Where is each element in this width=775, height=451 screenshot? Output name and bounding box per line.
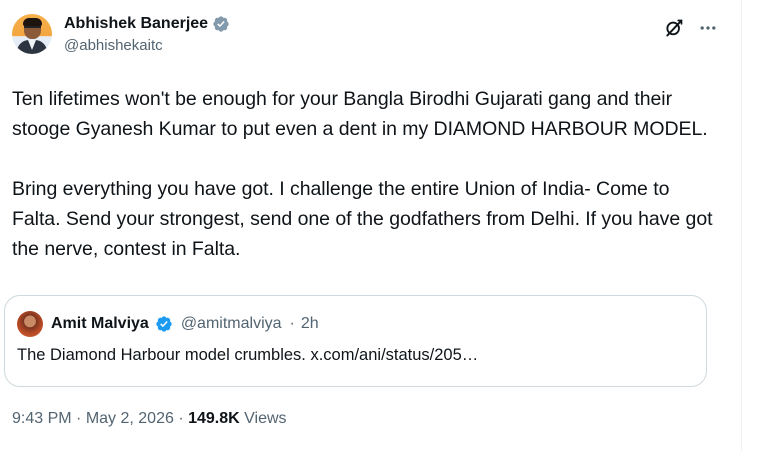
author-avatar[interactable] bbox=[12, 14, 52, 54]
tweet-date[interactable]: May 2, 2026 bbox=[86, 410, 174, 428]
tweet-time[interactable]: 9:43 PM bbox=[12, 410, 72, 428]
more-options-icon[interactable] bbox=[698, 18, 718, 38]
quoted-tweet-time[interactable]: 2h bbox=[301, 315, 319, 333]
quoted-author-avatar[interactable] bbox=[17, 311, 43, 337]
tweet-footer: 9:43 PM · May 2, 2026 · 149.8K Views bbox=[12, 410, 287, 428]
grok-icon[interactable] bbox=[664, 18, 684, 38]
quoted-tweet-text: The Diamond Harbour model crumbles. x.co… bbox=[17, 346, 479, 364]
column-border bbox=[741, 0, 742, 451]
author-display-name[interactable]: Abhishek Banerjee bbox=[64, 15, 208, 33]
views-count[interactable]: 149.8K bbox=[188, 410, 240, 428]
quoted-author-display-name[interactable]: Amit Malviya bbox=[51, 315, 149, 333]
tweet-text: Ten lifetimes won't be enough for your B… bbox=[12, 88, 713, 260]
quoted-tweet-header: Amit Malviya @amitmalviya · 2h bbox=[17, 311, 319, 337]
views-label[interactable]: Views bbox=[240, 410, 286, 428]
footer-separator-2: · bbox=[173, 410, 189, 427]
meta-separator: · bbox=[289, 315, 295, 332]
quoted-verified-badge-icon[interactable] bbox=[155, 315, 173, 333]
tweet-header: Abhishek Banerjee @abhishekaitc bbox=[12, 10, 732, 62]
quoted-tweet-card[interactable]: Amit Malviya @amitmalviya · 2h The Diamo… bbox=[4, 295, 707, 387]
tweet: Abhishek Banerjee @abhishekaitc Ten life… bbox=[12, 10, 732, 264]
footer-separator-1: · bbox=[71, 410, 86, 427]
quoted-author-handle[interactable]: @amitmalviya bbox=[181, 315, 282, 333]
verified-badge-icon[interactable] bbox=[212, 15, 230, 33]
author-handle[interactable]: @abhishekaitc bbox=[64, 37, 230, 54]
author-name-block: Abhishek Banerjee @abhishekaitc bbox=[64, 14, 230, 54]
